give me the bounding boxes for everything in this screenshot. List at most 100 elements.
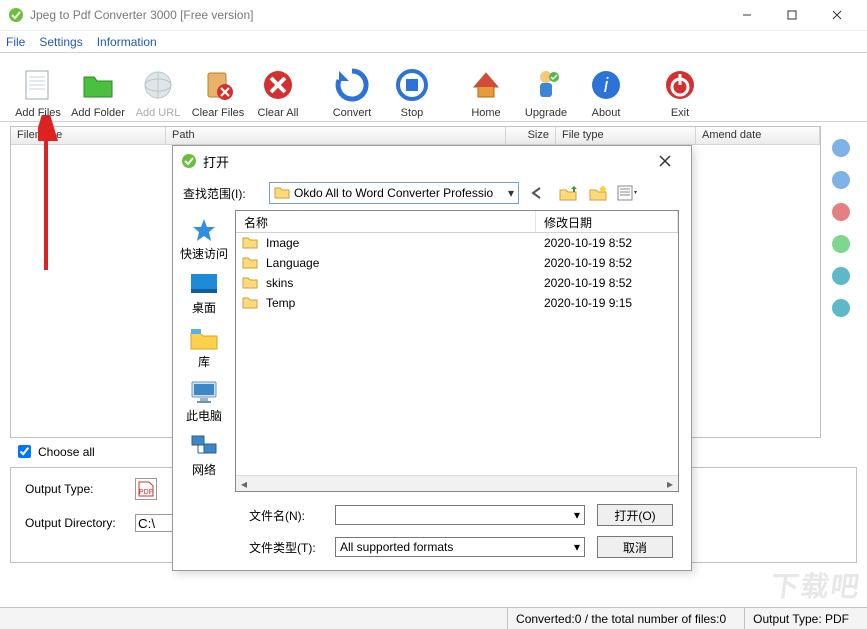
about-icon: i <box>586 65 626 105</box>
place-label: 网络 <box>192 461 216 478</box>
open-button[interactable]: 打开(O) <box>597 504 673 526</box>
stop-label: Stop <box>401 107 424 119</box>
exit-label: Exit <box>671 107 689 119</box>
home-label: Home <box>471 107 500 119</box>
toolbar-separator <box>442 57 456 119</box>
file-date: 2020-10-19 8:52 <box>544 256 632 270</box>
look-in-combo[interactable]: Okdo All to Word Converter Professio ▾ <box>269 182 519 204</box>
add-url-label: Add URL <box>136 107 181 119</box>
status-bar: Converted:0 / the total number of files:… <box>0 607 867 629</box>
file-row[interactable]: skins 2020-10-19 8:52 <box>236 273 678 293</box>
dialog-bottom: 文件名(N): ▾ 打开(O) 文件类型(T): All supported f… <box>173 498 691 570</box>
stop-button[interactable]: Stop <box>382 57 442 119</box>
file-row[interactable]: Temp 2020-10-19 9:15 <box>236 293 678 313</box>
up-one-level-button[interactable] <box>557 182 579 204</box>
dialog-close-button[interactable] <box>647 147 683 175</box>
col-amend[interactable]: Amend date <box>696 127 820 144</box>
col-filetype[interactable]: File type <box>556 127 696 144</box>
status-total: the total number of files:0 <box>591 612 726 626</box>
status-output-type: Output Type: PDF <box>744 608 857 629</box>
menu-information[interactable]: Information <box>97 35 157 49</box>
upgrade-button[interactable]: Upgrade <box>516 57 576 119</box>
file-area-header: 名称 修改日期 <box>236 211 678 233</box>
side-controls <box>829 139 853 317</box>
add-folder-button[interactable]: Add Folder <box>68 57 128 119</box>
side-remove-icon[interactable] <box>832 203 850 221</box>
menubar: File Settings Information <box>0 30 867 52</box>
file-row[interactable]: Language 2020-10-19 8:52 <box>236 253 678 273</box>
side-top-icon[interactable] <box>832 267 850 285</box>
add-files-button[interactable]: Add Files <box>8 57 68 119</box>
chevron-down-icon: ▾ <box>574 508 580 522</box>
dialog-app-icon <box>181 153 197 169</box>
view-menu-button[interactable] <box>617 182 639 204</box>
pdf-icon[interactable]: PDF <box>135 478 157 500</box>
add-url-icon <box>138 65 178 105</box>
place-quick-access[interactable]: 快速访问 <box>173 214 235 264</box>
status-converted: Converted:0 <box>516 612 581 626</box>
place-libraries[interactable]: 库 <box>173 322 235 372</box>
about-label: About <box>592 107 621 119</box>
close-button[interactable] <box>814 0 859 30</box>
file-name: Image <box>266 236 544 250</box>
chevron-down-icon: ▾ <box>508 186 514 200</box>
col-filename[interactable]: Filename <box>11 127 166 144</box>
new-folder-button[interactable] <box>587 182 609 204</box>
about-button[interactable]: i About <box>576 57 636 119</box>
upgrade-label: Upgrade <box>525 107 567 119</box>
place-this-pc[interactable]: 此电脑 <box>173 376 235 426</box>
back-button[interactable] <box>527 182 549 204</box>
place-label: 快速访问 <box>180 245 228 262</box>
place-desktop[interactable]: 桌面 <box>173 268 235 318</box>
convert-label: Convert <box>333 107 372 119</box>
network-icon <box>188 432 220 460</box>
look-in-value: Okdo All to Word Converter Professio <box>294 186 493 200</box>
file-date: 2020-10-19 8:52 <box>544 236 632 250</box>
file-list-header: Filename Path Size File type Amend date <box>11 127 820 145</box>
minimize-button[interactable] <box>724 0 769 30</box>
clear-files-button[interactable]: Clear Files <box>188 57 248 119</box>
cancel-button[interactable]: 取消 <box>597 536 673 558</box>
dialog-toolbar: 查找范围(I): Okdo All to Word Converter Prof… <box>173 176 691 210</box>
menu-file[interactable]: File <box>6 35 25 49</box>
choose-all-checkbox[interactable] <box>18 445 31 458</box>
window-title: Jpeg to Pdf Converter 3000 [Free version… <box>30 8 724 22</box>
file-row[interactable]: Image 2020-10-19 8:52 <box>236 233 678 253</box>
home-icon <box>466 65 506 105</box>
menu-settings[interactable]: Settings <box>39 35 82 49</box>
side-up-icon[interactable] <box>832 139 850 157</box>
desktop-icon <box>188 270 220 298</box>
file-name: Temp <box>266 296 544 310</box>
col-path[interactable]: Path <box>166 127 506 144</box>
convert-icon <box>332 65 372 105</box>
col-name[interactable]: 名称 <box>236 211 536 232</box>
toolbar-separator <box>308 57 322 119</box>
side-down-icon[interactable] <box>832 171 850 189</box>
horizontal-scrollbar[interactable]: ◂ ▸ <box>236 475 678 491</box>
file-type-label: 文件类型(T): <box>249 539 323 556</box>
file-rows[interactable]: Image 2020-10-19 8:52 Language 2020-10-1… <box>236 233 678 475</box>
stop-icon <box>392 65 432 105</box>
clear-files-icon <box>198 65 238 105</box>
home-button[interactable]: Home <box>456 57 516 119</box>
convert-button[interactable]: Convert <box>322 57 382 119</box>
side-refresh-icon[interactable] <box>832 235 850 253</box>
file-name-combo[interactable]: ▾ <box>335 505 585 525</box>
side-bottom-icon[interactable] <box>832 299 850 317</box>
col-date[interactable]: 修改日期 <box>536 211 678 232</box>
titlebar: Jpeg to Pdf Converter 3000 [Free version… <box>0 0 867 30</box>
scroll-left-icon[interactable]: ◂ <box>236 477 252 491</box>
exit-button[interactable]: Exit <box>650 57 710 119</box>
file-type-combo[interactable]: All supported formats▾ <box>335 537 585 557</box>
scroll-right-icon[interactable]: ▸ <box>662 477 678 491</box>
output-dir-input[interactable] <box>135 514 175 532</box>
watermark: 下载吧 <box>768 565 864 605</box>
col-size[interactable]: Size <box>506 127 556 144</box>
maximize-button[interactable] <box>769 0 814 30</box>
folder-icon <box>274 185 290 201</box>
place-network[interactable]: 网络 <box>173 430 235 480</box>
place-label: 库 <box>198 353 210 370</box>
clear-all-button[interactable]: Clear All <box>248 57 308 119</box>
output-type-label: Output Type: <box>25 482 125 496</box>
file-name-label: 文件名(N): <box>249 507 323 524</box>
